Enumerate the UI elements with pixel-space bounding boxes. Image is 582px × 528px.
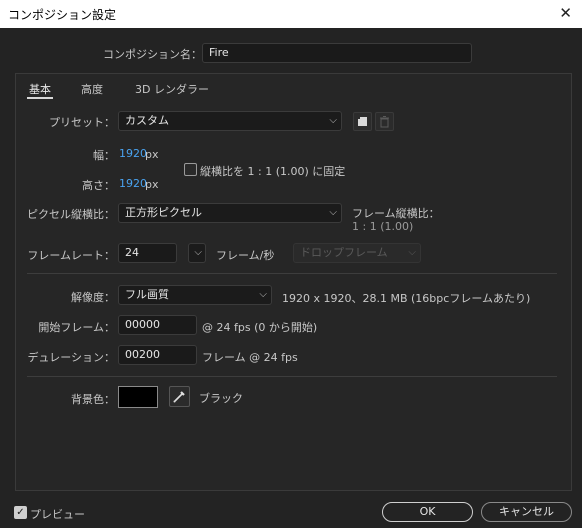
ok-button[interactable]: OK [382,502,473,522]
frame-rate-menu-button[interactable]: ⌵ [188,243,206,263]
duration-label: デュレーション： [27,351,115,364]
delete-preset-button[interactable] [375,112,394,131]
bg-color-swatch[interactable] [118,386,158,408]
frame-aspect-label: フレーム縦横比： [352,207,440,220]
chevron-down-icon: ⌵ [259,289,267,300]
tab-basic[interactable]: 基本 [29,81,51,97]
bg-color-label: 背景色： [71,393,115,406]
preset-label: プリセット： [49,116,115,129]
divider [27,376,557,377]
pixel-aspect-label: ピクセル縦横比： [27,208,115,221]
comp-name-label: コンポジション名： [103,48,202,61]
new-preset-icon [357,116,367,126]
cancel-button[interactable]: キャンセル [481,502,572,522]
chevron-down-icon: ⌵ [408,247,416,258]
preset-value: カスタム [125,114,169,127]
comp-name-input[interactable]: Fire [202,43,472,63]
frame-rate-label: フレームレート： [27,249,115,262]
settings-panel [15,73,572,491]
duration-info: フレーム @ 24 fps [202,351,298,364]
duration-input[interactable]: 00200 [118,345,197,365]
width-label: 幅： [93,149,115,162]
height-value[interactable]: 1920 [119,177,147,190]
tab-advanced[interactable]: 高度 [81,81,103,97]
chevron-down-icon: ⌵ [329,115,337,126]
preview-checkbox[interactable]: ✓ [14,506,27,519]
frame-rate-input[interactable]: 24 [118,243,177,263]
pixel-aspect-value: 正方形ピクセル [125,206,202,219]
pixel-aspect-select[interactable]: 正方形ピクセル ⌵ [118,203,342,223]
title-bar: コンポジション設定 ✕ [0,0,582,28]
dropframe-value: ドロップフレーム [300,246,388,259]
resolution-info: 1920 x 1920、28.1 MB (16bpcフレームあたり) [282,292,531,305]
resolution-value: フル画質 [125,288,169,301]
new-preset-button[interactable] [353,112,372,131]
lock-aspect-label: 縦横比を 1 : 1 (1.00) に固定 [200,165,346,178]
dropframe-select: ドロップフレーム ⌵ [293,243,421,263]
height-label: 高さ： [82,179,115,192]
eyedropper-icon [173,391,185,403]
preview-label: プレビュー [30,508,85,521]
chevron-down-icon: ⌵ [329,207,337,218]
eyedropper-button[interactable] [169,386,190,407]
height-unit: px [145,178,159,191]
bg-color-name: ブラック [199,392,243,405]
tab-active-underline [27,97,53,99]
lock-aspect-checkbox[interactable] [184,163,197,176]
start-frame-info: @ 24 fps (0 から開始) [202,321,318,334]
window-title: コンポジション設定 [8,8,117,22]
chevron-down-icon: ⌵ [194,247,202,258]
width-unit: px [145,148,159,161]
width-value[interactable]: 1920 [119,147,147,160]
start-frame-label: 開始フレーム： [38,321,115,334]
divider [27,273,557,274]
tab-3d-renderer[interactable]: 3D レンダラー [135,81,209,97]
resolution-select[interactable]: フル画質 ⌵ [118,285,272,305]
start-frame-input[interactable]: 00000 [118,315,197,335]
close-icon[interactable]: ✕ [559,4,572,22]
resolution-label: 解像度： [71,291,115,304]
frame-aspect-value: 1 : 1 (1.00) [352,220,414,233]
preset-select[interactable]: カスタム ⌵ [118,111,342,131]
trash-icon [380,116,389,128]
frame-rate-unit: フレーム/秒 [216,249,275,262]
